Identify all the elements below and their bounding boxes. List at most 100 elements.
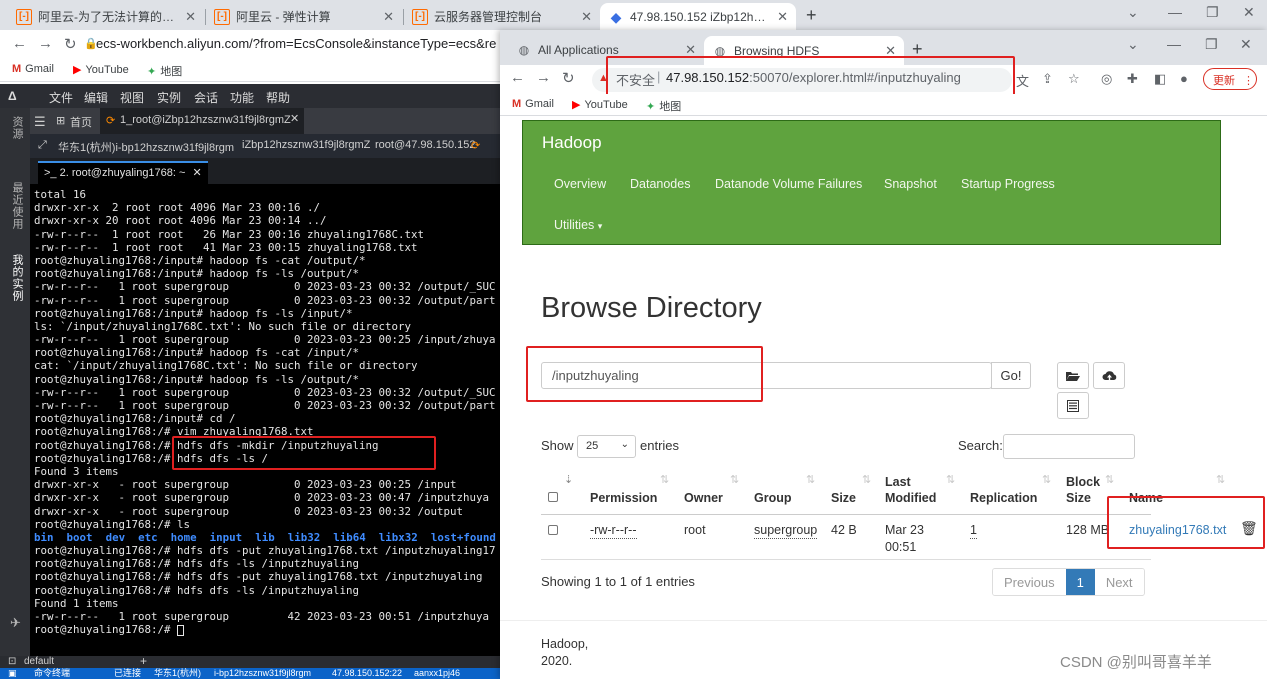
update-button[interactable]: 更新 ⋮ (1203, 68, 1257, 90)
reload-icon[interactable]: ↻ (64, 35, 77, 53)
column-last-modified[interactable]: Last Modified (885, 474, 947, 506)
sort-asc-icon[interactable]: ⇣ (564, 473, 573, 486)
menu-icon[interactable]: ☰ (34, 114, 46, 130)
bg-tab-ecs-console[interactable]: [-] 云服务器管理控制台 ✕ (404, 3, 600, 30)
rail-resources[interactable]: 资源 (9, 116, 25, 140)
puzzle-icon[interactable]: ✚ (1127, 71, 1138, 87)
tab-search-icon[interactable]: ⌄ (1127, 36, 1139, 53)
hadoop-brand[interactable]: Hadoop (542, 133, 602, 153)
sort-icon[interactable]: ⇅ (1105, 473, 1114, 486)
sort-icon[interactable]: ⇅ (1042, 473, 1051, 486)
maximize-icon[interactable]: ❐ (1205, 36, 1218, 53)
go-button[interactable]: Go! (991, 362, 1031, 389)
row-checkbox[interactable] (548, 525, 558, 535)
column-block-size[interactable]: Block Size (1066, 474, 1108, 506)
nav-utilities[interactable]: Utilities ▾ (554, 218, 602, 232)
close-icon[interactable]: ✕ (777, 9, 788, 25)
expand-icon[interactable]: ⤢ (38, 139, 47, 152)
nav-startup-progress[interactable]: Startup Progress (961, 177, 1055, 191)
sort-icon[interactable]: ⇅ (946, 473, 955, 486)
create-directory-button[interactable] (1057, 362, 1089, 389)
bookmark-gmail[interactable]: M Gmail (512, 98, 554, 110)
close-icon[interactable]: ✕ (383, 9, 394, 25)
tab-search-icon[interactable]: ⌄ (1127, 4, 1139, 21)
bg-url-text[interactable]: ecs-workbench.aliyun.com/?from=EcsConsol… (96, 36, 496, 51)
select-all-checkbox[interactable] (548, 492, 558, 502)
nav-snapshot[interactable]: Snapshot (884, 177, 937, 191)
menu-function[interactable]: 功能 (230, 89, 254, 106)
close-window-icon[interactable]: ✕ (1243, 4, 1255, 21)
close-icon[interactable]: ✕ (290, 112, 299, 125)
back-icon[interactable]: ← (12, 35, 27, 52)
sidepanel-icon[interactable]: ◧ (1154, 71, 1166, 87)
minimize-icon[interactable]: — (1167, 36, 1181, 52)
cell-group[interactable]: supergroup (754, 522, 818, 539)
home-tab[interactable]: 首页 (70, 114, 92, 130)
menu-view[interactable]: 视图 (120, 89, 144, 106)
forward-icon[interactable]: → (536, 69, 551, 86)
share-icon[interactable]: ⇪ (1042, 71, 1053, 87)
nav-volume-failures[interactable]: Datanode Volume Failures (715, 177, 862, 191)
menu-instance[interactable]: 实例 (157, 89, 181, 106)
bg-tab-aliyun-compute[interactable]: [-] 阿里云 - 弹性计算 ✕ (206, 3, 402, 30)
bookmark-maps[interactable]: ✦ 地图 (646, 98, 681, 114)
sort-icon[interactable]: ⇅ (730, 473, 739, 486)
forward-icon[interactable]: → (38, 35, 53, 52)
column-size[interactable]: Size (831, 490, 856, 506)
rail-my-instances[interactable]: 我的实例 (9, 254, 25, 302)
next-button[interactable]: Next (1094, 569, 1144, 595)
maximize-icon[interactable]: ❐ (1206, 4, 1219, 21)
previous-button[interactable]: Previous (993, 569, 1066, 595)
nav-overview[interactable]: Overview (554, 177, 606, 191)
bg-tab-workbench[interactable]: ◆ 47.98.150.152 iZbp12hzsznw3 ✕ (600, 3, 796, 30)
menu-edit[interactable]: 编辑 (84, 89, 108, 106)
column-group[interactable]: Group (754, 490, 792, 506)
sort-icon[interactable]: ⇅ (862, 473, 871, 486)
page-1-button[interactable]: 1 (1065, 569, 1095, 595)
back-icon[interactable]: ← (510, 69, 525, 86)
search-input[interactable] (1003, 434, 1135, 459)
caret-down-icon: ▾ (597, 221, 603, 231)
rail-recent[interactable]: 最近使用 (9, 182, 25, 230)
column-permission[interactable]: Permission (590, 490, 657, 506)
close-icon[interactable]: ✕ (185, 9, 196, 25)
search-label: Search: (958, 438, 1003, 453)
session-tab[interactable]: ⟳ 1_root@iZbp12hzsznw31f9jl8rgmZ ✕ (100, 108, 304, 134)
cell-replication[interactable]: 1 (970, 522, 977, 539)
menu-help[interactable]: 帮助 (266, 89, 290, 106)
column-owner[interactable]: Owner (684, 490, 723, 506)
bookmark-youtube[interactable]: ▶ YouTube (73, 63, 129, 77)
reload-icon[interactable]: ↻ (562, 69, 575, 87)
bookmark-gmail[interactable]: M Gmail (12, 63, 54, 75)
bookmark-star-icon[interactable]: ☆ (1068, 71, 1080, 87)
upload-button[interactable] (1093, 362, 1125, 389)
sort-icon[interactable]: ⇅ (660, 473, 669, 486)
sort-icon[interactable]: ⇅ (806, 473, 815, 486)
translate-icon[interactable]: 文 (1016, 71, 1029, 90)
profile-icon[interactable]: ● (1180, 71, 1188, 86)
terminal-output[interactable]: total 16 drwxr-xr-x 2 root root 4096 Mar… (30, 184, 500, 656)
bookmark-maps[interactable]: ✦ 地图 (147, 63, 182, 79)
gmail-icon: M (12, 63, 22, 75)
cut-paste-button[interactable] (1057, 392, 1089, 419)
close-icon[interactable]: ✕ (581, 9, 592, 25)
menu-file[interactable]: 文件 (49, 89, 73, 106)
session-default[interactable]: default (24, 656, 54, 667)
nav-datanodes[interactable]: Datanodes (630, 177, 690, 191)
bg-tab-aliyun-home[interactable]: [-] 阿里云-为了无法计算的价值 ✕ (8, 3, 204, 30)
minimize-icon[interactable]: — (1168, 4, 1182, 20)
sort-icon[interactable]: ⇅ (1216, 473, 1225, 486)
terminal-tab[interactable]: >_ 2. root@zhuyaling1768: ~ ✕ (38, 161, 208, 184)
bookmark-youtube[interactable]: ▶ YouTube (572, 98, 628, 112)
extension-icon[interactable]: ◎ (1101, 71, 1112, 87)
column-replication[interactable]: Replication (970, 490, 1037, 506)
pin-icon[interactable]: ✈ (9, 616, 24, 632)
close-window-icon[interactable]: ✕ (1240, 36, 1252, 53)
cell-permission[interactable]: -rw-r--r-- (590, 522, 637, 539)
add-session-button[interactable]: + (140, 654, 147, 668)
youtube-icon: ▶ (572, 99, 581, 111)
page-length-select[interactable]: 25 ⌄ (577, 435, 636, 458)
new-tab-button[interactable]: + (806, 5, 817, 26)
menu-session[interactable]: 会话 (194, 89, 218, 106)
close-icon[interactable]: ✕ (193, 167, 202, 179)
